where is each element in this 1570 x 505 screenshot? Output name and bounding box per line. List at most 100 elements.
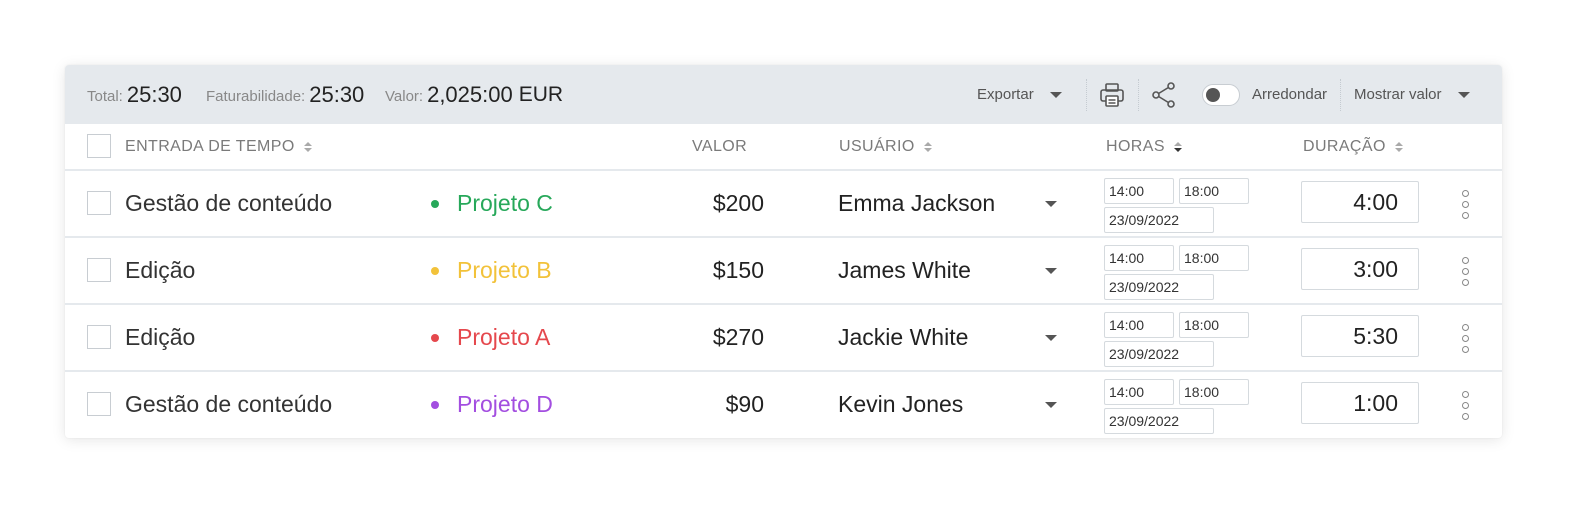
print-button[interactable]	[1098, 65, 1126, 124]
project-name: Projeto C	[457, 190, 553, 216]
user-name[interactable]: Kevin Jones	[838, 372, 963, 437]
share-icon	[1152, 81, 1175, 108]
chevron-down-icon[interactable]	[1045, 201, 1057, 207]
time-entries-card: Total: 25:30 Faturabilidade: 25:30 Valor…	[65, 65, 1502, 438]
summary-bar: Total: 25:30 Faturabilidade: 25:30 Valor…	[65, 65, 1502, 124]
column-entry-label: ENTRADA DE TEMPO	[125, 137, 295, 155]
amount-label: Valor:	[385, 88, 424, 105]
entry-value: $270	[712, 324, 764, 350]
printer-icon	[1100, 82, 1124, 107]
start-time-input[interactable]: 14:00	[1104, 379, 1174, 405]
duration-input[interactable]: 1:00	[1301, 382, 1419, 424]
project-name: Projeto B	[457, 257, 552, 283]
table-row[interactable]: Edição Projeto B $150 James White 14:00 …	[65, 238, 1502, 305]
table-row[interactable]: Gestão de conteúdo Projeto D $90 Kevin J…	[65, 372, 1502, 438]
table-row[interactable]: Gestão de conteúdo Projeto C $200 Emma J…	[65, 171, 1502, 238]
end-time-input[interactable]: 18:00	[1179, 178, 1249, 204]
start-time-input[interactable]: 14:00	[1104, 245, 1174, 271]
column-value: VALOR	[692, 124, 747, 169]
date-input[interactable]: 23/09/2022	[1104, 408, 1214, 434]
sort-icon	[1173, 141, 1182, 152]
chevron-down-icon[interactable]	[1045, 335, 1057, 341]
round-toggle[interactable]	[1202, 83, 1240, 106]
project-dot	[431, 266, 439, 275]
column-user[interactable]: USUÁRIO	[839, 124, 932, 169]
round-label: Arredondar	[1252, 86, 1328, 103]
end-time-input[interactable]: 18:00	[1179, 312, 1249, 338]
chevron-down-icon[interactable]	[1045, 402, 1057, 408]
start-time-input[interactable]: 14:00	[1104, 178, 1174, 204]
divider	[1138, 79, 1139, 111]
project-tag[interactable]: Projeto C	[431, 171, 553, 236]
project-tag[interactable]: Projeto A	[431, 305, 550, 370]
column-value-label: VALOR	[692, 137, 748, 155]
amount-summary: Valor: 2,025:00 EUR	[385, 65, 563, 124]
billable-summary: Faturabilidade: 25:30	[206, 65, 364, 124]
start-time-input[interactable]: 14:00	[1104, 312, 1174, 338]
project-name: Projeto D	[457, 391, 553, 417]
total-summary: Total: 25:30	[87, 65, 182, 124]
sort-icon	[303, 141, 312, 152]
duration-input[interactable]: 4:00	[1301, 181, 1419, 223]
column-hours[interactable]: HORAS	[1106, 124, 1182, 169]
user-name[interactable]: Jackie White	[838, 305, 968, 370]
show-value-label: Mostrar valor	[1354, 86, 1442, 103]
entry-value: $200	[712, 190, 764, 216]
end-time-input[interactable]: 18:00	[1179, 379, 1249, 405]
project-dot	[431, 400, 439, 409]
billable-value: 25:30	[309, 81, 365, 107]
table-row[interactable]: Edição Projeto A $270 Jackie White 14:00…	[65, 305, 1502, 372]
row-checkbox[interactable]	[87, 392, 111, 416]
chevron-down-icon	[1457, 91, 1470, 98]
project-dot	[431, 333, 439, 342]
total-label: Total:	[87, 88, 123, 105]
column-entry[interactable]: ENTRADA DE TEMPO	[125, 124, 312, 169]
project-name: Projeto A	[457, 324, 551, 350]
toggle-knob	[1206, 87, 1220, 102]
column-hours-label: HORAS	[1106, 137, 1165, 155]
billable-label: Faturabilidade:	[206, 88, 306, 105]
date-input[interactable]: 23/09/2022	[1104, 207, 1214, 233]
round-toggle-group: Arredondar	[1202, 65, 1327, 124]
sort-icon	[1394, 141, 1403, 152]
entry-description[interactable]: Gestão de conteúdo	[125, 171, 332, 236]
total-value: 25:30	[126, 81, 182, 107]
divider	[1340, 79, 1341, 111]
table-header: ENTRADA DE TEMPO VALOR USUÁRIO HORAS DUR…	[65, 124, 1502, 171]
sort-icon	[923, 141, 932, 152]
user-name[interactable]: Emma Jackson	[838, 171, 995, 236]
chevron-down-icon	[1049, 91, 1062, 98]
entry-value: $150	[712, 257, 764, 283]
row-checkbox[interactable]	[87, 258, 111, 282]
user-name[interactable]: James White	[838, 238, 971, 303]
end-time-input[interactable]: 18:00	[1179, 245, 1249, 271]
more-options-icon[interactable]	[1462, 391, 1470, 420]
amount-value: 2,025:00	[427, 81, 513, 107]
column-duration[interactable]: DURAÇÃO	[1303, 124, 1403, 169]
column-duration-label: DURAÇÃO	[1303, 137, 1386, 155]
row-checkbox[interactable]	[87, 191, 111, 215]
entry-description[interactable]: Edição	[125, 305, 195, 370]
project-tag[interactable]: Projeto D	[431, 372, 553, 437]
export-dropdown[interactable]: Exportar	[977, 65, 1062, 124]
project-tag[interactable]: Projeto B	[431, 238, 552, 303]
amount-currency: EUR	[518, 82, 564, 106]
entry-value: $90	[725, 391, 764, 417]
entry-description[interactable]: Edição	[125, 238, 195, 303]
select-all-checkbox[interactable]	[87, 134, 111, 158]
show-value-dropdown[interactable]: Mostrar valor	[1354, 65, 1470, 124]
more-options-icon[interactable]	[1462, 257, 1470, 286]
export-label: Exportar	[977, 86, 1034, 103]
chevron-down-icon[interactable]	[1045, 268, 1057, 274]
date-input[interactable]: 23/09/2022	[1104, 274, 1214, 300]
column-user-label: USUÁRIO	[839, 137, 915, 155]
project-dot	[431, 199, 439, 208]
more-options-icon[interactable]	[1462, 190, 1470, 219]
row-checkbox[interactable]	[87, 325, 111, 349]
share-button[interactable]	[1150, 65, 1178, 124]
entry-description[interactable]: Gestão de conteúdo	[125, 372, 332, 437]
date-input[interactable]: 23/09/2022	[1104, 341, 1214, 367]
duration-input[interactable]: 3:00	[1301, 248, 1419, 290]
duration-input[interactable]: 5:30	[1301, 315, 1419, 357]
more-options-icon[interactable]	[1462, 324, 1470, 353]
